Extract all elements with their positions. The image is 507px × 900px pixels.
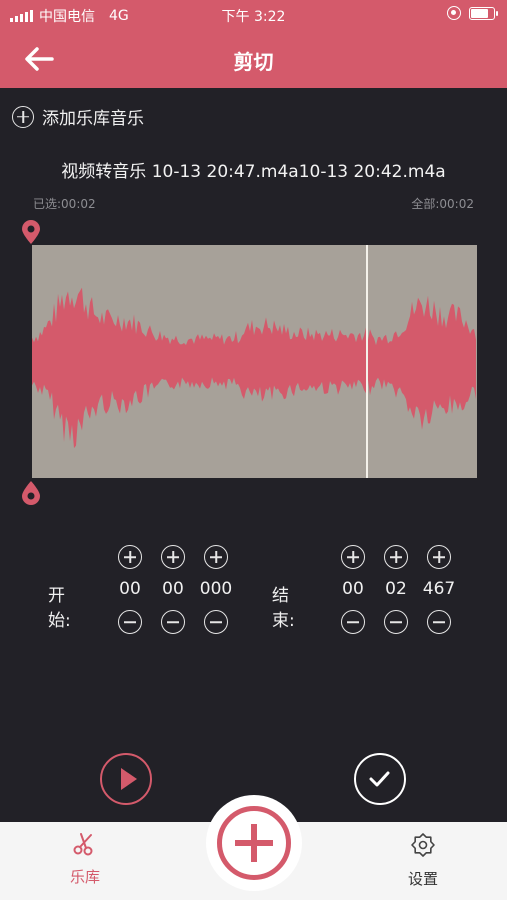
page-title: 剪切 bbox=[233, 50, 274, 74]
end-minutes-increment-icon[interactable] bbox=[341, 545, 365, 569]
start-minutes-decrement-icon[interactable] bbox=[118, 610, 142, 634]
end-millis-value: 467 bbox=[422, 579, 456, 599]
start-millis-value: 000 bbox=[199, 579, 233, 599]
start-seconds: 00 bbox=[151, 545, 195, 634]
start-trim-handle[interactable] bbox=[21, 219, 41, 245]
start-millis: 000 bbox=[194, 545, 238, 634]
battery-icon bbox=[469, 6, 498, 20]
end-minutes: 00 bbox=[331, 545, 375, 634]
tab-settings-label: 设置 bbox=[407, 870, 438, 888]
end-trim-handle[interactable] bbox=[21, 480, 41, 506]
status-right bbox=[447, 6, 498, 20]
start-seconds-increment-icon[interactable] bbox=[161, 545, 185, 569]
end-seconds-increment-icon[interactable] bbox=[384, 545, 408, 569]
play-button[interactable] bbox=[100, 753, 152, 805]
end-label: 结束: bbox=[272, 586, 295, 631]
start-minutes-value: 00 bbox=[119, 579, 141, 599]
playhead-line[interactable] bbox=[365, 245, 368, 478]
arrow-left-icon[interactable] bbox=[22, 44, 56, 74]
start-seconds-value: 00 bbox=[162, 579, 184, 599]
start-label: 开始: bbox=[48, 586, 71, 631]
checkmark-icon bbox=[369, 771, 390, 787]
tab-library[interactable]: 乐库 bbox=[40, 832, 130, 887]
gear-icon bbox=[411, 833, 435, 857]
selected-duration: 已选:00:02 bbox=[33, 197, 96, 211]
end-seconds-value: 02 bbox=[385, 579, 407, 599]
waveform[interactable] bbox=[32, 245, 477, 478]
rotation-lock-icon bbox=[447, 6, 461, 20]
plus-circle-icon bbox=[12, 105, 34, 128]
waveform-graphic bbox=[32, 287, 476, 449]
end-minutes-decrement-icon[interactable] bbox=[341, 610, 365, 634]
scissors-icon bbox=[73, 833, 93, 856]
start-minutes: 00 bbox=[108, 545, 152, 634]
file-name: 视频转音乐 10-13 20:47.m4a10-13 20:42.m4a bbox=[61, 162, 446, 182]
start-seconds-decrement-icon[interactable] bbox=[161, 610, 185, 634]
confirm-button[interactable] bbox=[354, 753, 406, 805]
end-millis-decrement-icon[interactable] bbox=[427, 610, 451, 634]
end-seconds-decrement-icon[interactable] bbox=[384, 610, 408, 634]
start-minutes-increment-icon[interactable] bbox=[118, 545, 142, 569]
start-millis-increment-icon[interactable] bbox=[204, 545, 228, 569]
end-millis: 467 bbox=[417, 545, 461, 634]
add-button[interactable] bbox=[217, 806, 291, 880]
battery-level bbox=[471, 8, 488, 18]
tab-library-label: 乐库 bbox=[69, 868, 100, 886]
end-millis-increment-icon[interactable] bbox=[427, 545, 451, 569]
tab-settings[interactable]: 设置 bbox=[378, 832, 468, 889]
status-bar: 中国电信 4G 下午 3:22 bbox=[0, 0, 507, 30]
add-library-music-button[interactable]: 添加乐库音乐 bbox=[12, 104, 144, 129]
status-time: 下午 3:22 bbox=[221, 9, 286, 25]
add-library-music-label: 添加乐库音乐 bbox=[42, 109, 144, 129]
end-minutes-value: 00 bbox=[342, 579, 364, 599]
end-seconds: 02 bbox=[374, 545, 418, 634]
total-duration: 全部:00:02 bbox=[411, 197, 474, 211]
nav-bar: 剪切 bbox=[0, 30, 507, 88]
start-millis-decrement-icon[interactable] bbox=[204, 610, 228, 634]
